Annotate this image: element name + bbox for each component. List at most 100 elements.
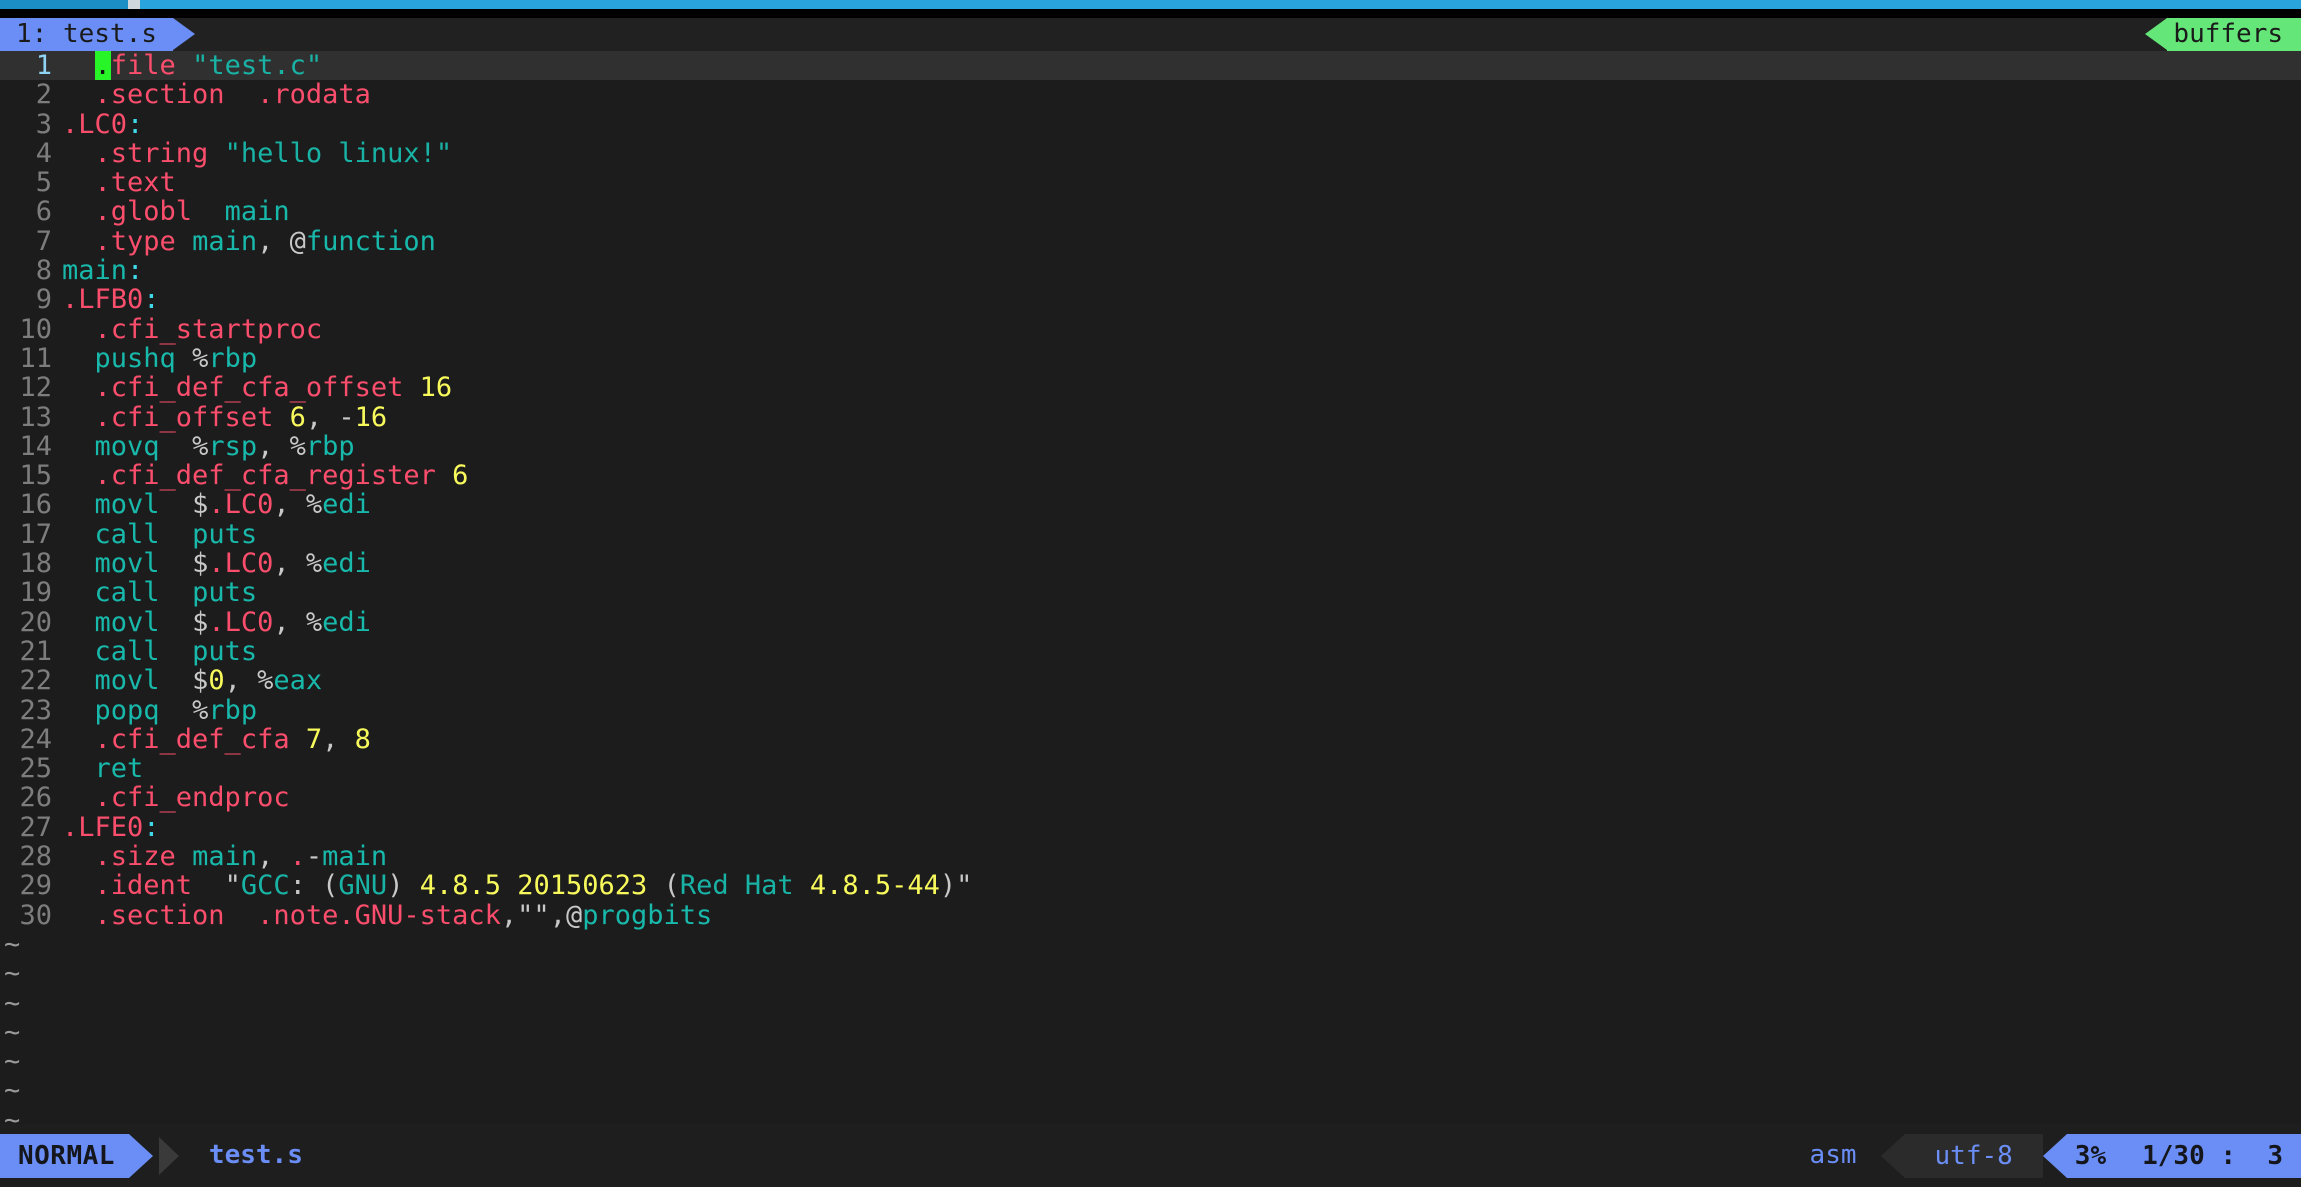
code-line[interactable]: 27.LFE0: [0, 813, 2301, 842]
line-number: 13 [0, 403, 52, 432]
code-token [62, 900, 95, 931]
code-line[interactable]: 5 .text [0, 168, 2301, 197]
terminal-top-bar-left [0, 0, 128, 9]
code-line[interactable]: 2 .section .rodata [0, 80, 2301, 109]
code-token [62, 782, 95, 813]
mode-arrow-icon [129, 1134, 153, 1178]
code-token: : [127, 255, 143, 286]
code-token: % [257, 665, 273, 696]
code-token [192, 870, 225, 901]
code-token: 16 [355, 402, 388, 433]
code-token: , [273, 607, 289, 638]
code-token [436, 460, 452, 491]
code-line[interactable]: 25 ret [0, 754, 2301, 783]
mode-indicator: NORMAL [0, 1134, 129, 1178]
code-token: movl [95, 489, 160, 520]
tilde-icon: ~ [0, 1047, 52, 1076]
code-line[interactable]: 10 .cfi_startproc [0, 315, 2301, 344]
position-indicator: 3% 1/30 : 3 [2067, 1134, 2301, 1178]
line-number: 16 [0, 490, 52, 519]
code-token [62, 226, 95, 257]
code-line[interactable]: 29 .ident "GCC: (GNU) 4.8.5 20150623 (Re… [0, 871, 2301, 900]
code-token [176, 51, 192, 81]
code-token: $ [192, 665, 208, 696]
tab-test-s[interactable]: 1: test.s [0, 18, 173, 51]
code-token [290, 548, 306, 579]
code-line[interactable]: 11 pushq %rbp [0, 344, 2301, 373]
code-token: movl [95, 607, 160, 638]
code-token [62, 402, 95, 433]
code-token: puts [192, 577, 257, 608]
code-token: , [257, 841, 273, 872]
code-token: .globl [95, 196, 193, 227]
code-line[interactable]: 23 popq %rbp [0, 696, 2301, 725]
code-line[interactable]: 22 movl $0, %eax [0, 666, 2301, 695]
code-token: puts [192, 519, 257, 550]
code-line[interactable]: 8main: [0, 256, 2301, 285]
code-token: % [306, 607, 322, 638]
code-token [62, 460, 95, 491]
code-token: pushq [95, 343, 176, 374]
code-token: - [306, 841, 322, 872]
code-token: ( [664, 870, 680, 901]
code-line[interactable]: 26 .cfi_endproc [0, 783, 2301, 812]
code-token: GCC [241, 870, 290, 901]
code-token: movl [95, 548, 160, 579]
code-line[interactable]: 16 movl $.LC0, %edi [0, 490, 2301, 519]
code-line[interactable]: 1 .file "test.c" [0, 51, 2301, 80]
line-number: 24 [0, 725, 52, 754]
code-line[interactable]: 24 .cfi_def_cfa 7, 8 [0, 725, 2301, 754]
code-token: file [111, 51, 176, 81]
code-token: .LFB0 [62, 284, 143, 315]
code-line[interactable]: 18 movl $.LC0, %edi [0, 549, 2301, 578]
code-token: @ [290, 226, 306, 257]
code-token [160, 607, 193, 638]
code-line[interactable]: 15 .cfi_def_cfa_register 6 [0, 461, 2301, 490]
code-token: .LC0 [62, 109, 127, 140]
code-line[interactable]: 20 movl $.LC0, %edi [0, 608, 2301, 637]
code-line[interactable]: 28 .size main, .-main [0, 842, 2301, 871]
empty-line-marker: ~ [0, 1076, 2301, 1105]
code-token: ret [95, 753, 144, 784]
code-line[interactable]: 30 .section .note.GNU-stack,"",@progbits [0, 901, 2301, 930]
code-token: movq [95, 431, 160, 462]
encoding-arrow-icon [1881, 1134, 1905, 1178]
code-line[interactable]: 14 movq %rsp, %rbp [0, 432, 2301, 461]
code-token [62, 607, 95, 638]
line-number: 2 [0, 80, 52, 109]
code-token [160, 577, 193, 608]
code-token: main [322, 841, 387, 872]
code-line[interactable]: 3.LC0: [0, 110, 2301, 139]
tabline: 1: test.s buffers [0, 18, 2301, 51]
code-token: % [192, 695, 208, 726]
code-line[interactable]: 9.LFB0: [0, 285, 2301, 314]
line-number: 19 [0, 578, 52, 607]
code-token: main [225, 196, 290, 227]
code-line[interactable]: 17 call puts [0, 520, 2301, 549]
code-line[interactable]: 7 .type main, @function [0, 227, 2301, 256]
line-number: 22 [0, 666, 52, 695]
buffers-button[interactable]: buffers [2167, 18, 2301, 51]
code-line[interactable]: 6 .globl main [0, 197, 2301, 226]
code-token [160, 636, 193, 667]
code-token: 16 [420, 372, 453, 403]
code-token [160, 431, 193, 462]
code-token: .text [95, 167, 176, 198]
code-editor[interactable]: 1 .file "test.c"2 .section .rodata3.LC0:… [0, 51, 2301, 1124]
code-token: .LC0 [208, 548, 273, 579]
code-line[interactable]: 13 .cfi_offset 6, -16 [0, 403, 2301, 432]
code-line[interactable]: 4 .string "hello linux!" [0, 139, 2301, 168]
code-token: .cfi_def_cfa_register [95, 460, 436, 491]
line-number: 11 [0, 344, 52, 373]
code-token: GNU [338, 870, 387, 901]
scroll-percent: 3% [2075, 1134, 2106, 1178]
code-token: % [290, 431, 306, 462]
code-token: $ [192, 489, 208, 520]
code-token: .size [95, 841, 176, 872]
empty-line-marker: ~ [0, 930, 2301, 959]
code-line[interactable]: 12 .cfi_def_cfa_offset 16 [0, 373, 2301, 402]
code-line[interactable]: 19 call puts [0, 578, 2301, 607]
code-token: 4.8.5-44 [810, 870, 940, 901]
code-line[interactable]: 21 call puts [0, 637, 2301, 666]
code-token: .cfi_offset [95, 402, 274, 433]
